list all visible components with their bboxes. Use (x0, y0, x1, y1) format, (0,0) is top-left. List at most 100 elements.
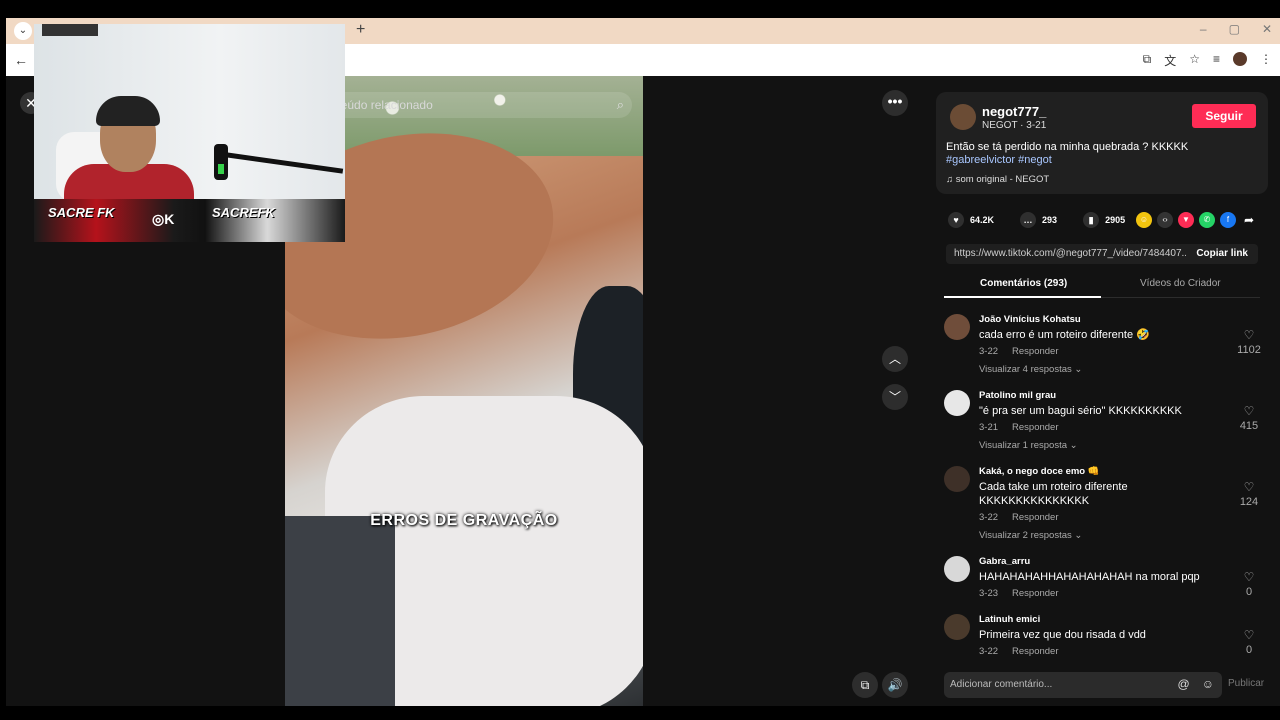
comment-text: "é pra ser um bagui sério" KKKKKKKKKK (979, 405, 1182, 417)
comment-avatar[interactable] (944, 556, 970, 582)
comment-avatar[interactable] (944, 390, 970, 416)
comment-user[interactable]: João Vinícius Kohatsu (979, 314, 1081, 325)
more-options-button[interactable]: ••• (882, 90, 908, 116)
music-row[interactable]: ♫ som original - NEGOT (946, 174, 1049, 185)
comment-like[interactable]: ♡ 0 (1234, 570, 1264, 598)
author-name[interactable]: negot777_ (982, 104, 1046, 119)
like-action[interactable]: ♥ 64.2K (948, 212, 994, 228)
heart-outline-icon: ♡ (1243, 480, 1255, 494)
comment-text: Primeira vez que dou risada d vdd (979, 629, 1146, 641)
send-icon[interactable]: ▼ (1178, 212, 1194, 228)
post-description: Então se tá perdido na minha quebrada ? … (946, 141, 1189, 153)
reading-list-icon[interactable]: ≡ (1213, 52, 1220, 69)
link-row: https://www.tiktok.com/@negot777_/video/… (946, 244, 1258, 264)
save-count: 2905 (1105, 215, 1126, 225)
comment-like[interactable]: ♡ 0 (1234, 628, 1264, 656)
streamer-banner: SACRE FK ◎K SACREFK (34, 199, 345, 242)
comment-date: 3-22 (979, 346, 999, 357)
comment-avatar[interactable] (944, 466, 970, 492)
reply-button[interactable]: Responder (1012, 346, 1058, 357)
toolbar-icons: ⧉ 文 ☆ ≡ ⋮ (1143, 52, 1272, 69)
friends-share-icon[interactable]: ☺ (1136, 212, 1152, 228)
embed-icon[interactable]: ‹› (1157, 212, 1173, 228)
share-arrow-icon[interactable]: ➦ (1241, 212, 1257, 228)
reply-button[interactable]: Responder (1012, 422, 1058, 433)
emoji-icon[interactable]: ☺ (1202, 677, 1214, 691)
tab-comments[interactable]: Comentários (293) (980, 278, 1067, 289)
next-video-button[interactable]: ﹀ (882, 384, 908, 410)
comment-date: 3-23 (979, 588, 999, 599)
menu-dots-icon[interactable]: ⋮ (1260, 52, 1272, 69)
share-icons: ☺ ‹› ▼ ✆ f ➦ (1136, 212, 1257, 228)
heart-outline-icon: ♡ (1243, 628, 1255, 642)
comment-like-count: 1102 (1237, 344, 1261, 356)
bookmark-icon: ▮ (1083, 212, 1100, 228)
chevron-up-icon: ︿ (888, 352, 901, 366)
translate-icon[interactable]: 文 (1164, 52, 1176, 69)
view-replies-button[interactable]: Visualizar 4 respostas ⌄ (979, 364, 1082, 375)
comment-like-count: 0 (1245, 644, 1253, 656)
comment-date: 3-21 (979, 422, 999, 433)
like-count: 64.2K (970, 215, 995, 225)
music-note-icon: ♫ (946, 174, 954, 185)
close-window-button[interactable]: ✕ (1262, 22, 1272, 36)
chevron-down-icon: ﹀ (888, 390, 901, 404)
comment-meta: 3-22 Responder (979, 646, 1073, 657)
reply-button[interactable]: Responder (1012, 588, 1058, 599)
comment-user[interactable]: Latinuh emici (979, 614, 1040, 625)
heart-outline-icon: ♡ (1243, 570, 1255, 584)
comment-action[interactable]: … 293 (1020, 212, 1057, 228)
active-tab-indicator (944, 296, 1101, 298)
post-hashtags[interactable]: #gabreelvictor #negot (946, 154, 1052, 166)
floating-player-button[interactable]: ⧉ (852, 672, 878, 698)
previous-video-button[interactable]: ︿ (882, 346, 908, 372)
minimize-button[interactable]: – (1200, 22, 1207, 36)
comment-meta: 3-23 Responder (979, 588, 1073, 599)
profile-avatar[interactable] (1233, 52, 1247, 66)
copy-link-button[interactable]: Copiar link (1196, 248, 1248, 259)
video-link[interactable]: https://www.tiktok.com/@negot777_/video/… (954, 248, 1186, 259)
comment-user[interactable]: Kaká, o nego doce emo 👊 (979, 466, 1100, 477)
author-meta: NEGOT · 3-21 (982, 120, 1047, 131)
comment-count: 293 (1042, 215, 1058, 225)
comment-like[interactable]: ♡ 1102 (1234, 328, 1264, 356)
comment-date: 3-22 (979, 646, 999, 657)
new-tab-button[interactable]: + (356, 21, 365, 39)
microphone (214, 144, 228, 180)
facebook-icon[interactable]: f (1220, 212, 1236, 228)
comment-user[interactable]: Gabra_arru (979, 556, 1030, 567)
comment-placeholder: Adicionar comentário... (950, 679, 1053, 690)
mention-icon[interactable]: @ (1178, 677, 1190, 691)
comment-like[interactable]: ♡ 415 (1234, 404, 1264, 432)
search-icon[interactable]: ⌕ (617, 92, 624, 118)
comment-avatar[interactable] (944, 314, 970, 340)
comment-avatar[interactable] (944, 614, 970, 640)
view-replies-button[interactable]: Visualizar 2 respostas ⌄ (979, 530, 1082, 541)
install-app-icon[interactable]: ⧉ (1143, 52, 1152, 69)
reply-button[interactable]: Responder (1012, 512, 1058, 523)
comment-meta: 3-22 Responder (979, 512, 1073, 523)
heart-icon: ♥ (948, 212, 964, 228)
comment-date: 3-22 (979, 512, 999, 523)
comment-user[interactable]: Patolino mil grau (979, 390, 1056, 401)
volume-button[interactable]: 🔊 (882, 672, 908, 698)
heart-outline-icon: ♡ (1243, 328, 1255, 342)
maximize-button[interactable]: ▢ (1229, 22, 1240, 36)
comment-like[interactable]: ♡ 124 (1234, 480, 1264, 508)
comment-input[interactable]: Adicionar comentário... @ ☺ (944, 672, 1222, 698)
reply-button[interactable]: Responder (1012, 646, 1058, 657)
comment-like-count: 415 (1239, 420, 1259, 432)
view-replies-button[interactable]: Visualizar 1 resposta ⌄ (979, 440, 1078, 451)
search-input[interactable]: ar conteúdo relacionado ⌕ (296, 92, 632, 118)
bookmark-star-icon[interactable]: ☆ (1189, 52, 1200, 69)
author-avatar[interactable] (950, 104, 976, 130)
save-action[interactable]: ▮ 2905 (1083, 212, 1125, 228)
comment-like-count: 0 (1245, 586, 1253, 598)
follow-button[interactable]: Seguir (1192, 104, 1256, 128)
chevron-down-icon[interactable]: ⌄ (14, 22, 32, 40)
video-shadow (285, 516, 395, 706)
back-button[interactable]: ← (14, 52, 28, 68)
whatsapp-icon[interactable]: ✆ (1199, 212, 1215, 228)
tab-creator-videos[interactable]: Vídeos do Criador (1140, 278, 1221, 289)
publish-button[interactable]: Publicar (1228, 678, 1264, 689)
